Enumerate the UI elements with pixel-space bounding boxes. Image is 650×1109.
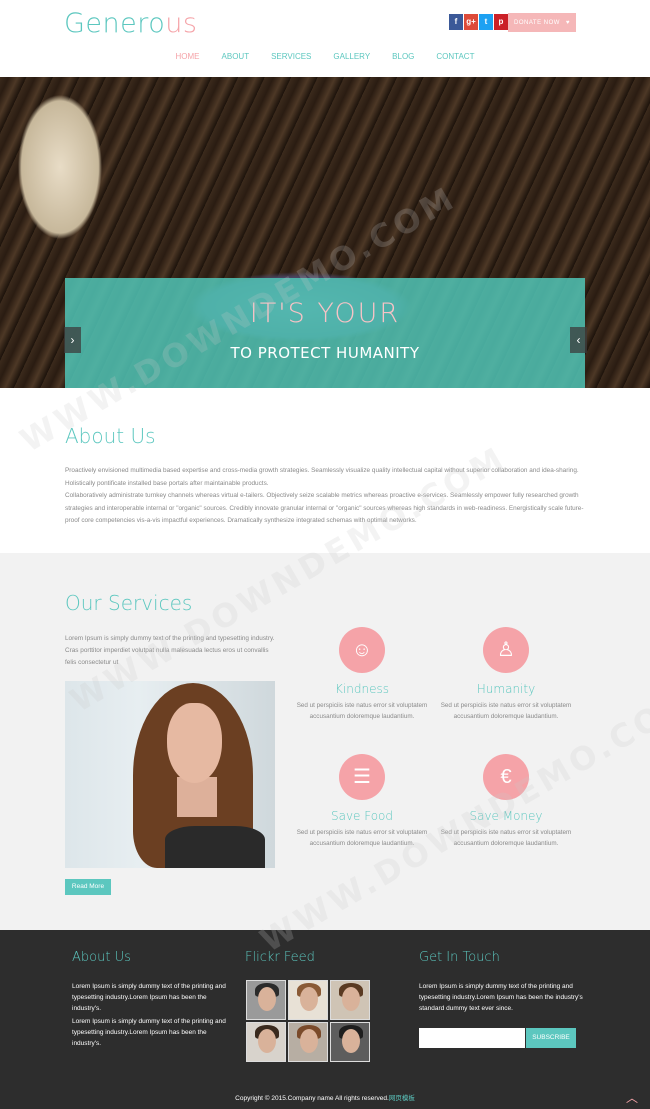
pinterest-icon[interactable]: p <box>494 14 508 30</box>
social-links: f g+ t p <box>449 14 508 30</box>
service-text: Sed ut perspiciis iste natus error sit v… <box>296 702 428 720</box>
read-more-button[interactable]: Read More <box>65 879 111 895</box>
service-save-food: ☰ Save Food Sed ut perspiciis iste natus… <box>292 754 432 849</box>
flickr-photo[interactable] <box>288 980 328 1020</box>
hero-headline: IT'S YOUR <box>249 298 401 329</box>
nav-blog[interactable]: BLOG <box>392 52 414 61</box>
services-intro: Lorem Ipsum is simply dummy text of the … <box>65 635 275 666</box>
site-logo[interactable]: Generous <box>64 8 197 39</box>
subscribe-button[interactable]: SUBSCRIBE <box>526 1028 576 1048</box>
contact-text: Lorem Ipsum is simply dummy text of the … <box>419 983 583 1012</box>
copyright: Copyright © 2015.Company name All rights… <box>0 1092 650 1102</box>
money-icon: € <box>483 754 529 800</box>
nav-home[interactable]: HOME <box>176 52 200 61</box>
nav-about[interactable]: ABOUT <box>222 52 250 61</box>
services-section: Our Services Lorem Ipsum is simply dummy… <box>0 553 650 930</box>
photo-face <box>167 703 222 783</box>
services-photo <box>65 681 275 868</box>
copyright-text: Copyright © 2015.Company name All rights… <box>235 1095 389 1102</box>
slider-prev-icon[interactable]: ‹ <box>570 327 587 353</box>
about-title: About Us <box>65 424 156 448</box>
photo-neck <box>177 777 217 817</box>
photo-shirt <box>165 826 265 868</box>
flickr-photo[interactable] <box>246 1022 286 1062</box>
logo-main-text: Genero <box>64 8 166 39</box>
service-save-money: € Save Money Sed ut perspiciis iste natu… <box>436 754 576 849</box>
about-paragraph: Proactively envisioned multimedia based … <box>65 467 579 487</box>
service-text: Sed ut perspiciis iste natus error sit v… <box>440 829 572 847</box>
service-text: Sed ut perspiciis iste natus error sit v… <box>440 702 572 720</box>
twitter-icon[interactable]: t <box>479 14 493 30</box>
back-to-top-icon[interactable]: ︿ <box>626 1092 642 1104</box>
facebook-icon[interactable]: f <box>449 14 463 30</box>
footer-about-paragraph: Lorem Ipsum is simply dummy text of the … <box>72 1018 226 1047</box>
burger-icon: ☰ <box>339 754 385 800</box>
footer-about-text: Lorem Ipsum is simply dummy text of the … <box>72 981 237 1051</box>
service-title: Save Food <box>330 809 394 823</box>
about-text: Proactively envisioned multimedia based … <box>65 465 585 528</box>
hero-slider: IT'S YOUR TO PROTECT HUMANITY ‹ ‹ <box>0 77 650 388</box>
contact-title: Get In Touch <box>419 950 500 965</box>
service-title: Kindness <box>335 682 389 696</box>
donate-label: DONATE NOW <box>514 19 560 26</box>
nav-gallery[interactable]: GALLERY <box>333 52 370 61</box>
service-text: Sed ut perspiciis iste natus error sit v… <box>296 829 428 847</box>
copyright-link[interactable]: 网页模板 <box>389 1095 415 1102</box>
site-header: Generous f g+ t p DONATE NOW ♥ HOME ABOU… <box>0 0 650 77</box>
service-humanity: ♙ Humanity Sed ut perspiciis iste natus … <box>436 627 576 722</box>
email-field[interactable] <box>419 1028 525 1048</box>
flickr-photo[interactable] <box>246 980 286 1020</box>
main-nav: HOME ABOUT SERVICES GALLERY BLOG CONTACT <box>0 52 650 61</box>
flickr-photo[interactable] <box>288 1022 328 1062</box>
people-icon: ♙ <box>483 627 529 673</box>
hero-subheadline: TO PROTECT HUMANITY <box>230 344 420 362</box>
nav-services[interactable]: SERVICES <box>271 52 311 61</box>
about-paragraph: Collaboratively administrate turnkey cha… <box>65 492 584 524</box>
flickr-photo[interactable] <box>330 1022 370 1062</box>
google-plus-icon[interactable]: g+ <box>464 14 478 30</box>
footer-about-title: About Us <box>72 950 131 965</box>
nav-contact[interactable]: CONTACT <box>436 52 474 61</box>
flickr-photo[interactable] <box>330 980 370 1020</box>
hero-caption: IT'S YOUR TO PROTECT HUMANITY <box>65 278 585 388</box>
heart-icon: ♥ <box>565 19 570 26</box>
about-section: About Us Proactively envisioned multimed… <box>0 388 650 553</box>
service-kindness: ☺ Kindness Sed ut perspiciis iste natus … <box>292 627 432 722</box>
service-title: Humanity <box>476 682 536 696</box>
flickr-title: Flickr Feed <box>245 950 315 965</box>
donate-button[interactable]: DONATE NOW ♥ <box>508 13 576 32</box>
service-title: Save Money <box>469 809 543 823</box>
footer-about-paragraph: Lorem Ipsum is simply dummy text of the … <box>72 983 226 1012</box>
site-footer: About Us Lorem Ipsum is simply dummy tex… <box>0 930 650 1109</box>
services-title: Our Services <box>65 591 193 615</box>
kids-icon: ☺ <box>339 627 385 673</box>
slider-next-icon[interactable]: ‹ <box>64 327 81 353</box>
flickr-grid <box>246 980 370 1062</box>
logo-accent-text: us <box>165 8 198 39</box>
